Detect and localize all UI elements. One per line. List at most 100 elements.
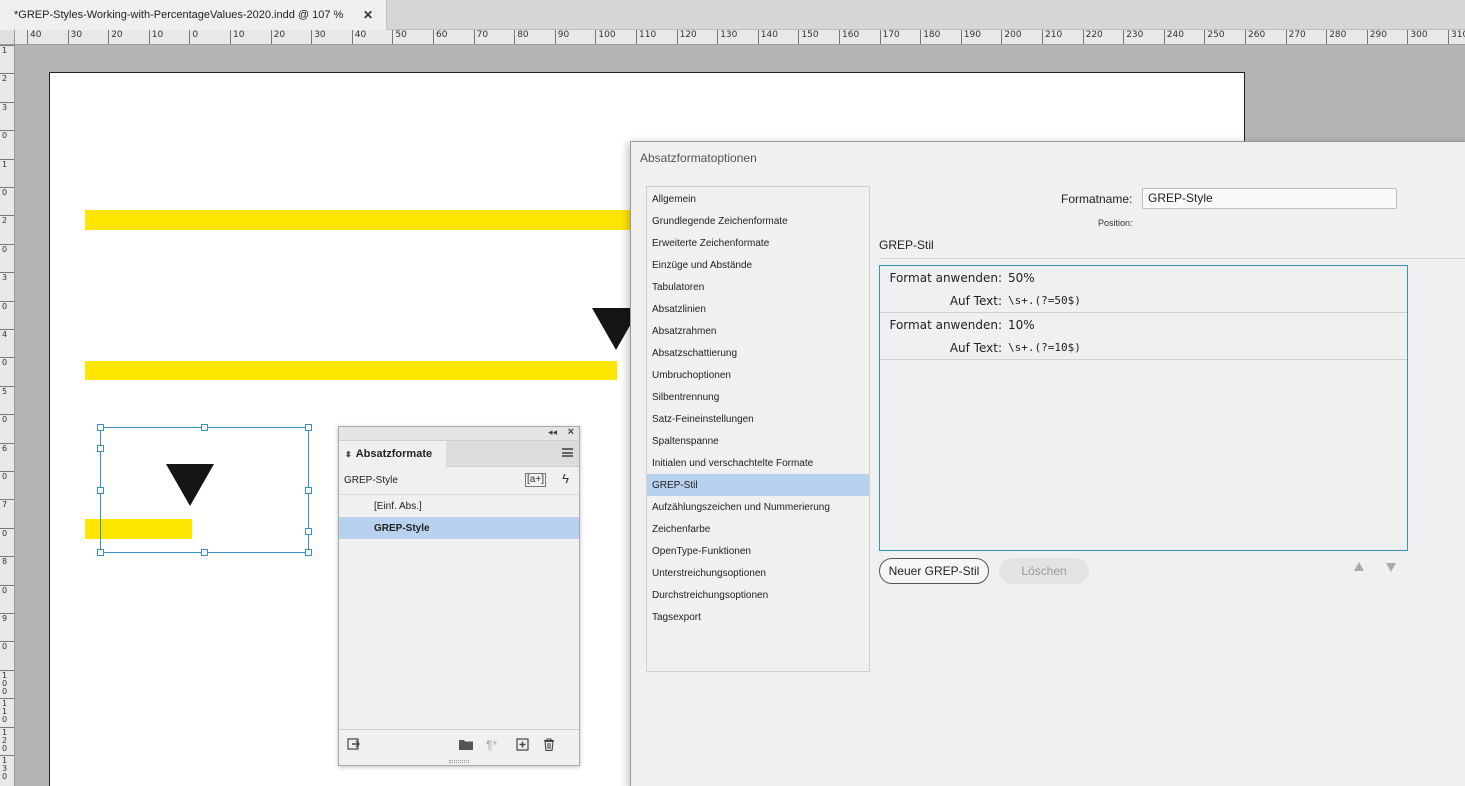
ruler-h-tick: 90 <box>554 30 569 44</box>
close-tab-icon[interactable]: ✕ <box>363 8 373 22</box>
frame-handle-right-mid2[interactable] <box>305 528 312 535</box>
ruler-h-label: 70 <box>476 30 489 40</box>
ruler-h-label: 150 <box>801 30 819 40</box>
to-text-value[interactable]: \s+.(?=50$) <box>1008 294 1081 307</box>
ruler-h-tick: 300 <box>1407 30 1428 44</box>
ruler-h-label: 100 <box>598 30 616 40</box>
ruler-h-label: 210 <box>1045 30 1063 40</box>
ruler-v-tick: 6 <box>0 442 14 452</box>
load-styles-icon[interactable] <box>347 738 361 755</box>
category-item[interactable]: Durchstreichungsoptionen <box>647 584 869 606</box>
frame-handle-mr[interactable] <box>305 487 312 494</box>
frame-handle-left-mid2[interactable] <box>97 445 104 452</box>
horizontal-ruler[interactable]: 40 30 20 10 0 10 20 30 40 50 60 70 80 90 100 110 120 130 1… <box>15 30 1465 45</box>
to-text-label: Auf Text: <box>949 340 1002 355</box>
create-style-icon[interactable]: [a+] <box>525 473 546 487</box>
trash-icon[interactable] <box>543 738 555 754</box>
frame-handle-tm[interactable] <box>201 424 208 431</box>
tab-absatzformate[interactable]: ⬍ Absatzformate <box>339 441 446 467</box>
ruler-h-label: 220 <box>1085 30 1103 40</box>
category-item[interactable]: Silbentrennung <box>647 386 869 408</box>
category-item[interactable]: Erweiterte Zeichenformate <box>647 232 869 254</box>
current-style-name: GREP-Style <box>344 474 398 486</box>
new-style-icon[interactable] <box>516 738 529 754</box>
current-style-row: GREP-Style [a+] ϟ <box>339 467 579 493</box>
ruler-v-tick: 3 <box>0 101 14 111</box>
vertical-ruler[interactable]: 1 2 3 0 1 0 2 0 3 0 4 0 5 0 6 0 7 0 8 0 9 0 100 110 120 130 <box>0 45 15 786</box>
ruler-h-tick: 10 <box>148 30 163 44</box>
selected-text-frame[interactable] <box>97 424 312 556</box>
category-item[interactable]: Umbruchoptionen <box>647 364 869 386</box>
category-item[interactable]: Absatzschattierung <box>647 342 869 364</box>
frame-handle-bl[interactable] <box>97 549 104 556</box>
quick-apply-icon[interactable]: ϟ <box>562 471 569 486</box>
list-item[interactable]: [Einf. Abs.] <box>339 495 579 517</box>
ruler-origin[interactable] <box>0 30 15 45</box>
category-item[interactable]: Einzüge und Abstände <box>647 254 869 276</box>
ruler-v-tick: 0 <box>0 527 14 537</box>
grep-style-entry[interactable]: Format anwenden: 50% Auf Text: \s+.(?=50… <box>880 266 1407 313</box>
frame-handle-bm[interactable] <box>201 549 208 556</box>
panel-titlebar[interactable]: ◂◂ × <box>339 426 579 441</box>
folder-icon[interactable] <box>459 738 473 753</box>
format-name-field[interactable]: GREP-Style <box>1142 188 1397 209</box>
ruler-h-label: 120 <box>679 30 697 40</box>
close-panel-icon[interactable]: × <box>568 426 574 438</box>
clear-overrides-icon[interactable]: ¶* <box>486 738 497 752</box>
ruler-h-tick: 100 <box>595 30 616 44</box>
ruler-h-tick: 210 <box>1042 30 1062 44</box>
ruler-v-tick: 0 <box>0 300 14 310</box>
to-text-value[interactable]: \s+.(?=10$) <box>1008 341 1081 354</box>
document-tab-title: *GREP-Styles-Working-with-PercentageValu… <box>14 9 344 21</box>
frame-handle-ml[interactable] <box>97 487 104 494</box>
document-tab-bar: *GREP-Styles-Working-with-PercentageValu… <box>0 0 1465 30</box>
category-item[interactable]: Aufzählungszeichen und Nummerierung <box>647 496 869 518</box>
ruler-h-label: 90 <box>557 30 570 40</box>
category-item[interactable]: Absatzlinien <box>647 298 869 320</box>
move-down-icon[interactable] <box>1386 563 1396 572</box>
category-item[interactable]: Spaltenspanne <box>647 430 869 452</box>
delete-button[interactable]: Löschen <box>999 558 1089 584</box>
ruler-v-label: 0 <box>2 358 8 368</box>
ruler-h-label: 290 <box>1369 30 1387 40</box>
frame-handle-tl[interactable] <box>97 424 104 431</box>
ruler-v-label: 100 <box>2 670 8 696</box>
frame-handle-tr[interactable] <box>305 424 312 431</box>
category-item[interactable]: GREP-Stil <box>647 474 869 496</box>
grep-style-list[interactable]: Format anwenden: 50% Auf Text: \s+.(?=50… <box>879 265 1408 551</box>
category-item[interactable]: Grundlegende Zeichenformate <box>647 210 869 232</box>
ruler-v-label: 2 <box>2 74 8 84</box>
new-grep-style-button[interactable]: Neuer GREP-Stil <box>879 558 989 584</box>
highlight-bar-2[interactable] <box>85 361 617 380</box>
frame-handle-br[interactable] <box>305 549 312 556</box>
category-item[interactable]: OpenType-Funktionen <box>647 540 869 562</box>
collapse-panel-icon[interactable]: ◂◂ <box>548 427 557 438</box>
ruler-v-tick: 0 <box>0 187 14 197</box>
ruler-h-tick: 180 <box>920 30 940 44</box>
panel-menu-icon[interactable] <box>562 448 573 457</box>
highlight-bar-1[interactable] <box>85 210 645 230</box>
ruler-v-tick: 7 <box>0 499 14 509</box>
category-item[interactable]: Absatzrahmen <box>647 320 869 342</box>
grep-text-row: Auf Text: \s+.(?=10$) <box>880 336 1407 359</box>
ruler-v-tick: 1 <box>0 45 14 55</box>
ruler-h-label: 300 <box>1410 30 1428 40</box>
grep-style-entry[interactable]: Format anwenden: 10% Auf Text: \s+.(?=10… <box>880 313 1407 360</box>
ruler-v-label: 0 <box>2 528 8 538</box>
category-item[interactable]: Satz-Feineinstellungen <box>647 408 869 430</box>
document-tab[interactable]: *GREP-Styles-Working-with-PercentageValu… <box>0 0 387 30</box>
category-item[interactable]: Allgemein <box>647 188 869 210</box>
dialog-title: Absatzformatoptionen <box>640 151 757 165</box>
panel-resize-grip[interactable] <box>449 760 469 763</box>
apply-style-value[interactable]: 50% <box>1008 271 1035 285</box>
category-item[interactable]: Unterstreichungsoptionen <box>647 562 869 584</box>
ruler-h-label: 20 <box>111 30 123 40</box>
category-item[interactable]: Tagsexport <box>647 606 869 628</box>
move-up-icon[interactable] <box>1354 562 1364 571</box>
category-item[interactable]: Zeichenfarbe <box>647 518 869 540</box>
category-item[interactable]: Tabulatoren <box>647 276 869 298</box>
list-item[interactable]: GREP-Style <box>339 517 579 539</box>
category-item[interactable]: Initialen und verschachtelte Formate <box>647 452 869 474</box>
ruler-v-label: 0 <box>2 188 8 197</box>
apply-style-value[interactable]: 10% <box>1008 318 1035 332</box>
